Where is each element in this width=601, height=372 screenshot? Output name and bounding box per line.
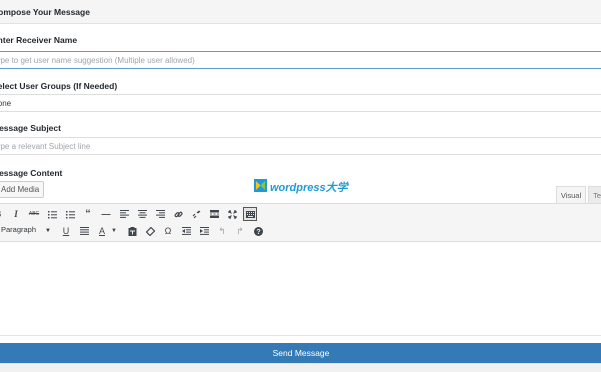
panel-header: Compose Your Message	[0, 0, 601, 24]
format-select[interactable]: Paragraph ▼	[1, 225, 51, 237]
compose-form: Compose Your Message Enter Receiver Name…	[0, 0, 601, 372]
tab-text[interactable]: Text	[588, 186, 601, 203]
content-label: Message Content	[0, 168, 63, 178]
link-icon[interactable]	[171, 207, 185, 221]
tab-visual[interactable]: Visual	[556, 186, 586, 203]
format-select-value: Paragraph	[1, 225, 37, 234]
bold-icon[interactable]: B	[0, 207, 5, 221]
receiver-input[interactable]	[0, 52, 601, 68]
groups-select-value: None	[0, 99, 12, 108]
bullet-list-icon[interactable]	[45, 207, 59, 221]
groups-select[interactable]: None	[0, 94, 601, 112]
align-left-icon[interactable]	[117, 207, 131, 221]
receiver-field-wrap	[0, 51, 601, 69]
strikethrough-icon[interactable]: ABC	[27, 207, 41, 221]
italic-icon[interactable]: I	[9, 207, 23, 221]
logo-mark-icon	[254, 179, 267, 192]
toolbar-row-2: Paragraph ▼ U A ▼ Ω ↰ ↱ ?	[0, 223, 601, 239]
panel-title: Compose Your Message	[0, 7, 90, 17]
chevron-down-icon: ▼	[45, 228, 51, 234]
editor-toolbar: B I ABC “ —	[0, 204, 601, 242]
numbered-list-icon[interactable]	[63, 207, 77, 221]
special-character-icon[interactable]: Ω	[161, 224, 175, 238]
bottom-strip	[0, 363, 601, 372]
fullscreen-icon[interactable]	[225, 207, 239, 221]
undo-icon[interactable]: ↰	[215, 224, 229, 238]
send-message-button[interactable]: Send Message	[0, 343, 601, 363]
justify-icon[interactable]	[77, 224, 91, 238]
message-editor: B I ABC “ —	[0, 203, 601, 304]
unlink-icon[interactable]	[189, 207, 203, 221]
help-icon[interactable]: ?	[251, 224, 265, 238]
groups-label: Select User Groups (If Needed)	[0, 81, 118, 91]
paste-text-icon[interactable]	[125, 224, 139, 238]
add-media-button[interactable]: Add Media	[0, 181, 44, 198]
align-center-icon[interactable]	[135, 207, 149, 221]
subject-input[interactable]	[0, 138, 601, 154]
align-right-icon[interactable]	[153, 207, 167, 221]
outdent-icon[interactable]	[179, 224, 193, 238]
redo-icon[interactable]: ↱	[233, 224, 247, 238]
svg-text:?: ?	[256, 229, 260, 236]
toolbar-toggle-icon[interactable]	[243, 207, 257, 221]
editor-footer-row	[0, 320, 601, 336]
indent-icon[interactable]	[197, 224, 211, 238]
watermark-text: wordpress大学	[270, 182, 348, 194]
underline-icon[interactable]: U	[59, 224, 73, 238]
text-color-caret-icon[interactable]: ▼	[107, 224, 121, 238]
add-media-label: Add Media	[1, 185, 40, 194]
clear-formatting-icon[interactable]	[143, 224, 157, 238]
blockquote-icon[interactable]: “	[81, 207, 95, 221]
editor-content-area[interactable]	[0, 242, 601, 304]
subject-field-wrap	[0, 137, 601, 155]
read-more-icon[interactable]	[207, 207, 221, 221]
subject-label: Message Subject	[0, 123, 61, 133]
horizontal-line-icon[interactable]: —	[99, 207, 113, 221]
receiver-label: Enter Receiver Name	[0, 35, 78, 45]
toolbar-row-1: B I ABC “ —	[0, 206, 601, 222]
